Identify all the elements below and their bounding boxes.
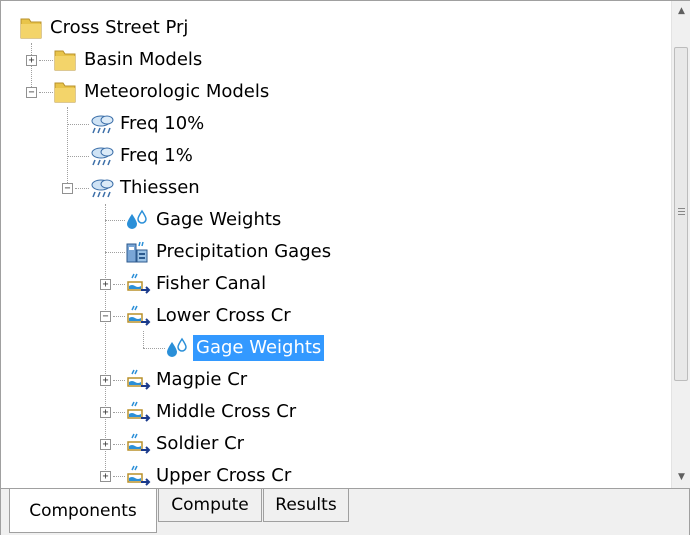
tree-connector [143, 331, 144, 348]
tree-node-label: Freq 1% [120, 145, 193, 166]
tree-node-fisher-canal[interactable]: Fisher Canal [125, 268, 269, 300]
tree-node-label: Soldier Cr [156, 433, 245, 454]
expand-toggle-soldier-cr[interactable]: + [100, 439, 111, 450]
tree-node-thiessen[interactable]: Thiessen [89, 172, 203, 204]
vertical-scrollbar[interactable]: ▲ ▼ [671, 1, 690, 488]
tree-node-gage-weights[interactable]: Gage Weights [125, 204, 284, 236]
tree-node-label: Thiessen [120, 177, 200, 198]
tree-connector [113, 444, 125, 445]
folder-icon [53, 80, 77, 104]
tree-node-basin-models[interactable]: Basin Models [53, 44, 205, 76]
tab-compute[interactable]: Compute [158, 489, 262, 522]
tree-connector [105, 220, 125, 221]
tab-components[interactable]: Components [9, 489, 157, 533]
component-tree: + − − + − + + + + Cross Street Prj Basin… [1, 1, 671, 488]
tree-connector [67, 124, 89, 125]
tree-connector [75, 188, 89, 189]
tree-node-label: Precipitation Gages [156, 241, 332, 262]
tree-connector [113, 412, 125, 413]
rain-cloud-icon [89, 176, 114, 200]
expand-toggle-fisher-canal[interactable]: + [100, 279, 111, 290]
tree-connector [113, 316, 125, 317]
water-drops-icon [125, 208, 149, 232]
tree-node-label: Basin Models [84, 49, 203, 70]
tree-node-cross-street-prj[interactable]: Cross Street Prj [19, 12, 191, 44]
expand-toggle-basin-models[interactable]: + [26, 55, 37, 66]
subbasin-icon [125, 304, 151, 328]
tree-node-middle-cross-cr[interactable]: Middle Cross Cr [125, 396, 299, 428]
scroll-up-arrow-icon[interactable]: ▲ [672, 1, 690, 20]
subbasin-icon [125, 272, 151, 296]
folder-icon [19, 16, 43, 40]
tree-node-meteorologic-models[interactable]: Meteorologic Models [53, 76, 272, 108]
tree-connector [113, 284, 125, 285]
tree-node-label: Upper Cross Cr [156, 465, 292, 486]
tree-node-label: Middle Cross Cr [156, 401, 297, 422]
subbasin-icon [125, 400, 151, 424]
tree-node-freq-10[interactable]: Freq 10% [89, 108, 207, 140]
expand-toggle-magpie-cr[interactable]: + [100, 375, 111, 386]
gage-station-icon [125, 240, 149, 264]
tree-connector [113, 476, 125, 477]
tree-node-label: Freq 10% [120, 113, 205, 134]
folder-icon [53, 48, 77, 72]
scroll-down-arrow-icon[interactable]: ▼ [672, 467, 690, 486]
tree-node-magpie-cr[interactable]: Magpie Cr [125, 364, 250, 396]
subbasin-icon [125, 464, 151, 488]
tree-connector [105, 204, 106, 476]
tree-connector [67, 107, 68, 189]
tree-connector [39, 60, 53, 61]
tree-node-label: Fisher Canal [156, 273, 267, 294]
tree-connector [143, 348, 165, 349]
tree-connector [113, 380, 125, 381]
tree-connector [67, 156, 89, 157]
scrollbar-thumb[interactable] [674, 47, 688, 381]
tree-node-label: Cross Street Prj [50, 17, 189, 38]
tree-node-label: Gage Weights [156, 209, 282, 230]
collapse-toggle-meteorologic-models[interactable]: − [26, 87, 37, 98]
tree-node-freq-1[interactable]: Freq 1% [89, 140, 196, 172]
tree-node-label: Lower Cross Cr [156, 305, 291, 326]
tree-node-label: Magpie Cr [156, 369, 248, 390]
tree-node-lower-cross-gage-weights[interactable]: Gage Weights [165, 332, 325, 364]
tree-node-upper-cross-cr[interactable]: Upper Cross Cr [125, 460, 294, 488]
collapse-toggle-lower-cross-cr[interactable]: − [100, 311, 111, 322]
tree-connector [105, 252, 125, 253]
tree-node-lower-cross-cr[interactable]: Lower Cross Cr [125, 300, 294, 332]
rain-cloud-icon [89, 144, 114, 168]
subbasin-icon [125, 368, 151, 392]
tab-bar: Components Compute Results [1, 488, 689, 535]
tree-connector [39, 92, 53, 93]
subbasin-icon [125, 432, 151, 456]
collapse-toggle-thiessen[interactable]: − [62, 183, 73, 194]
tree-node-label-selected: Gage Weights [193, 335, 325, 361]
tree-node-soldier-cr[interactable]: Soldier Cr [125, 428, 247, 460]
tree-node-label: Meteorologic Models [84, 81, 270, 102]
water-drops-icon [165, 336, 189, 360]
project-explorer-panel: + − − + − + + + + Cross Street Prj Basin… [0, 0, 690, 535]
expand-toggle-upper-cross-cr[interactable]: + [100, 471, 111, 482]
rain-cloud-icon [89, 112, 114, 136]
tab-results[interactable]: Results [263, 489, 349, 522]
tree-node-precipitation-gages[interactable]: Precipitation Gages [125, 236, 334, 268]
expand-toggle-middle-cross-cr[interactable]: + [100, 407, 111, 418]
grip-lines-icon [678, 208, 685, 217]
